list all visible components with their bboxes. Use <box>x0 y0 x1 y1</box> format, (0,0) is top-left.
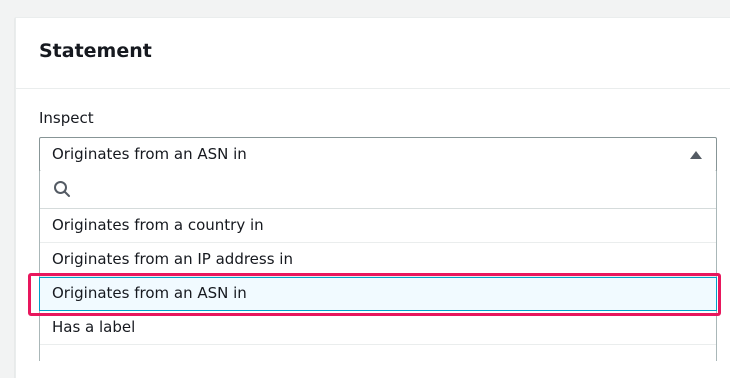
option-originates-country[interactable]: Originates from a country in <box>40 209 716 243</box>
option-originates-ip-address[interactable]: Originates from an IP address in <box>40 243 716 277</box>
option-has-label[interactable]: Has a label <box>40 311 716 345</box>
option-label: Has a label <box>52 318 136 336</box>
inspect-select-value: Originates from an ASN in <box>52 145 247 163</box>
panel-title: Statement <box>39 40 152 62</box>
option-label: Originates from an IP address in <box>52 250 293 268</box>
caret-up-icon <box>690 151 702 159</box>
option-originates-asn[interactable]: Originates from an ASN in <box>39 277 717 311</box>
search-icon <box>54 181 70 197</box>
option-label: Originates from a country in <box>52 216 264 234</box>
dropdown-search-input[interactable] <box>78 177 698 201</box>
inspect-label: Inspect <box>39 109 94 127</box>
panel-header: Statement <box>16 18 730 89</box>
inspect-select[interactable]: Originates from an ASN in <box>39 137 717 172</box>
option-label: Originates from an ASN in <box>52 284 247 302</box>
dropdown-search-row <box>40 171 716 209</box>
inspect-dropdown-list: Originates from a country in Originates … <box>39 171 717 361</box>
